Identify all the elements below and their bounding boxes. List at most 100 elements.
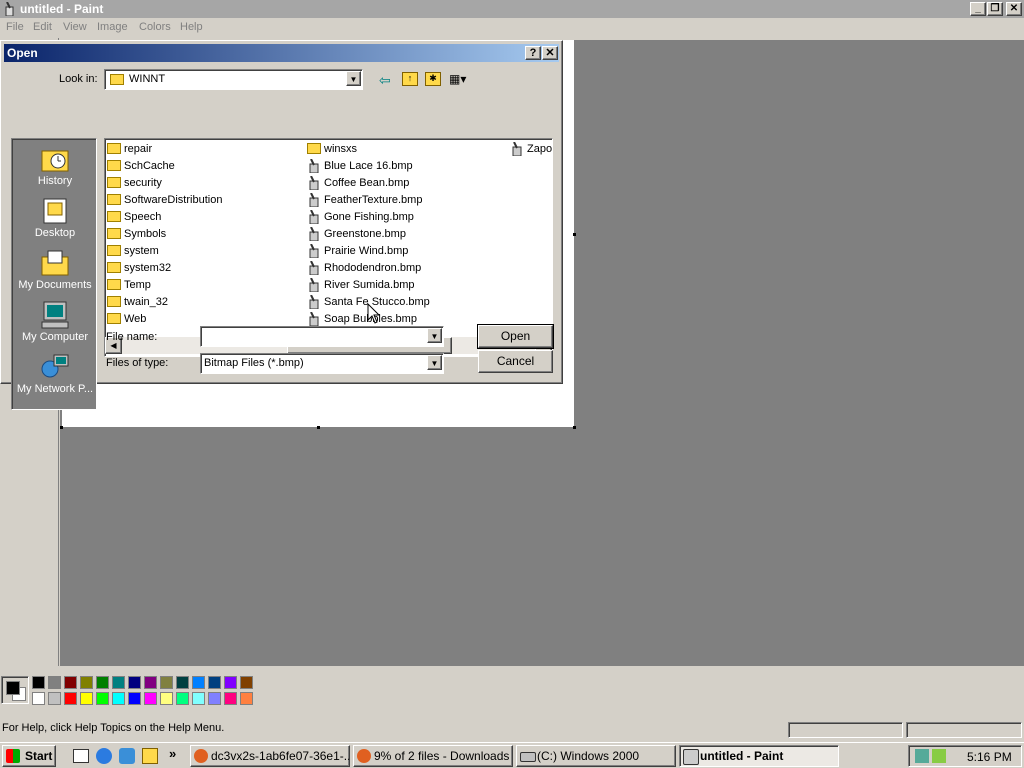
place-history[interactable]: History xyxy=(12,141,98,193)
open-button[interactable]: Open xyxy=(477,324,554,349)
list-item[interactable]: Web xyxy=(106,311,146,327)
start-button[interactable]: Start xyxy=(2,745,56,767)
list-item[interactable]: Rhododendron.bmp xyxy=(306,260,421,276)
dialog-title-bar[interactable]: Open ? ✕ xyxy=(4,44,559,62)
color-swatch[interactable] xyxy=(144,692,157,705)
color-swatch[interactable] xyxy=(192,692,205,705)
look-in-combo[interactable]: WINNT ▼ xyxy=(104,69,363,90)
list-item[interactable]: SoftwareDistribution xyxy=(106,192,222,208)
color-swatch[interactable] xyxy=(224,676,237,689)
resize-handle-bottom[interactable] xyxy=(317,426,320,429)
color-swatch[interactable] xyxy=(48,676,61,689)
menu-image[interactable]: Image xyxy=(97,21,128,33)
show-desktop-icon[interactable] xyxy=(73,749,89,763)
list-item[interactable]: winsxs xyxy=(306,141,357,157)
list-item[interactable]: Gone Fishing.bmp xyxy=(306,209,414,225)
color-swatch[interactable] xyxy=(160,692,173,705)
color-swatch[interactable] xyxy=(112,676,125,689)
up-folder-icon[interactable]: ↑ xyxy=(402,72,418,86)
color-swatch[interactable] xyxy=(64,692,77,705)
cancel-button[interactable]: Cancel xyxy=(478,350,553,373)
chevron-down-icon[interactable]: ▼ xyxy=(427,355,442,370)
file-name-input[interactable]: ▼ xyxy=(200,326,444,347)
task-windows-explorer[interactable]: (C:) Windows 2000 xyxy=(516,745,676,767)
minimize-button[interactable]: _ xyxy=(970,2,986,16)
resize-handle-right[interactable] xyxy=(573,233,576,236)
list-item[interactable]: FeatherTexture.bmp xyxy=(306,192,422,208)
color-swatch[interactable] xyxy=(240,676,253,689)
list-item[interactable]: SchCache xyxy=(106,158,175,174)
security-tray-icon[interactable] xyxy=(932,749,946,763)
place-desktop[interactable]: Desktop xyxy=(12,193,98,245)
color-swatch[interactable] xyxy=(176,676,189,689)
place-my-network[interactable]: My Network P... xyxy=(12,349,98,401)
color-swatch[interactable] xyxy=(224,692,237,705)
dialog-close-button[interactable]: ✕ xyxy=(542,46,558,60)
color-swatch[interactable] xyxy=(208,676,221,689)
color-swatch[interactable] xyxy=(160,676,173,689)
task-paint[interactable]: untitled - Paint xyxy=(679,745,839,767)
list-item[interactable]: Blue Lace 16.bmp xyxy=(306,158,413,174)
color-swatch[interactable] xyxy=(240,692,253,705)
list-item[interactable]: Zapot xyxy=(509,141,552,157)
list-item[interactable]: Prairie Wind.bmp xyxy=(306,243,408,259)
color-swatch[interactable] xyxy=(128,676,141,689)
place-my-documents[interactable]: My Documents xyxy=(12,245,98,297)
chevron-down-icon[interactable]: ▼ xyxy=(346,71,361,86)
files-of-type-select[interactable]: Bitmap Files (*.bmp) ▼ xyxy=(200,353,444,374)
network-tray-icon[interactable] xyxy=(915,749,929,763)
list-item[interactable]: twain_32 xyxy=(106,294,168,310)
list-item[interactable]: repair xyxy=(106,141,152,157)
color-swatch[interactable] xyxy=(176,692,189,705)
resize-handle-left-bottom[interactable] xyxy=(60,426,63,429)
resize-handle-corner[interactable] xyxy=(573,426,576,429)
list-item[interactable]: security xyxy=(106,175,162,191)
quick-launch-chevron[interactable]: » xyxy=(169,746,176,761)
color-swatch[interactable] xyxy=(80,692,93,705)
color-swatch[interactable] xyxy=(80,676,93,689)
chevron-down-icon[interactable]: ▼ xyxy=(427,328,442,343)
close-button[interactable]: ✕ xyxy=(1006,2,1022,16)
folder-icon xyxy=(107,160,121,171)
restore-button[interactable]: ❐ xyxy=(987,2,1003,16)
list-item[interactable]: Greenstone.bmp xyxy=(306,226,406,242)
color-swatch[interactable] xyxy=(128,692,141,705)
task-firefox-window[interactable]: dc3vx2s-1ab6fe07-36e1-... xyxy=(190,745,350,767)
app-title-bar[interactable]: untitled - Paint _ ❐ ✕ xyxy=(0,0,1024,18)
outlook-icon[interactable] xyxy=(119,748,135,764)
color-swatch[interactable] xyxy=(96,676,109,689)
menu-view[interactable]: View xyxy=(63,21,87,33)
clock[interactable]: 5:16 PM xyxy=(967,750,1012,764)
help-button[interactable]: ? xyxy=(525,46,541,60)
list-item[interactable]: system32 xyxy=(106,260,171,276)
color-swatch[interactable] xyxy=(32,692,45,705)
color-swatch[interactable] xyxy=(192,676,205,689)
list-item[interactable]: Temp xyxy=(106,277,151,293)
color-swatch[interactable] xyxy=(48,692,61,705)
explorer-icon[interactable] xyxy=(142,748,158,764)
color-swatch[interactable] xyxy=(208,692,221,705)
list-item[interactable]: Speech xyxy=(106,209,161,225)
menu-colors[interactable]: Colors xyxy=(139,21,171,33)
back-icon[interactable]: ⇦ xyxy=(379,73,395,87)
color-swatch[interactable] xyxy=(32,676,45,689)
list-item[interactable]: Coffee Bean.bmp xyxy=(306,175,409,191)
new-folder-icon[interactable]: ✱ xyxy=(425,72,441,86)
view-menu-icon[interactable]: ▦▾ xyxy=(449,72,471,86)
list-item[interactable]: River Sumida.bmp xyxy=(306,277,414,293)
list-item[interactable]: Soap Bubbles.bmp xyxy=(306,311,417,327)
color-swatch[interactable] xyxy=(144,676,157,689)
bitmap-file-icon xyxy=(309,159,319,173)
list-item[interactable]: system xyxy=(106,243,159,259)
menu-edit[interactable]: Edit xyxy=(33,21,52,33)
color-swatch[interactable] xyxy=(112,692,125,705)
current-colors[interactable] xyxy=(1,676,29,704)
color-swatch[interactable] xyxy=(64,676,77,689)
place-my-computer[interactable]: My Computer xyxy=(12,297,98,349)
menu-file[interactable]: File xyxy=(6,21,24,33)
task-downloads[interactable]: 9% of 2 files - Downloads xyxy=(353,745,513,767)
browser-icon[interactable] xyxy=(96,748,112,764)
color-swatch[interactable] xyxy=(96,692,109,705)
menu-help[interactable]: Help xyxy=(180,21,203,33)
list-item[interactable]: Symbols xyxy=(106,226,166,242)
